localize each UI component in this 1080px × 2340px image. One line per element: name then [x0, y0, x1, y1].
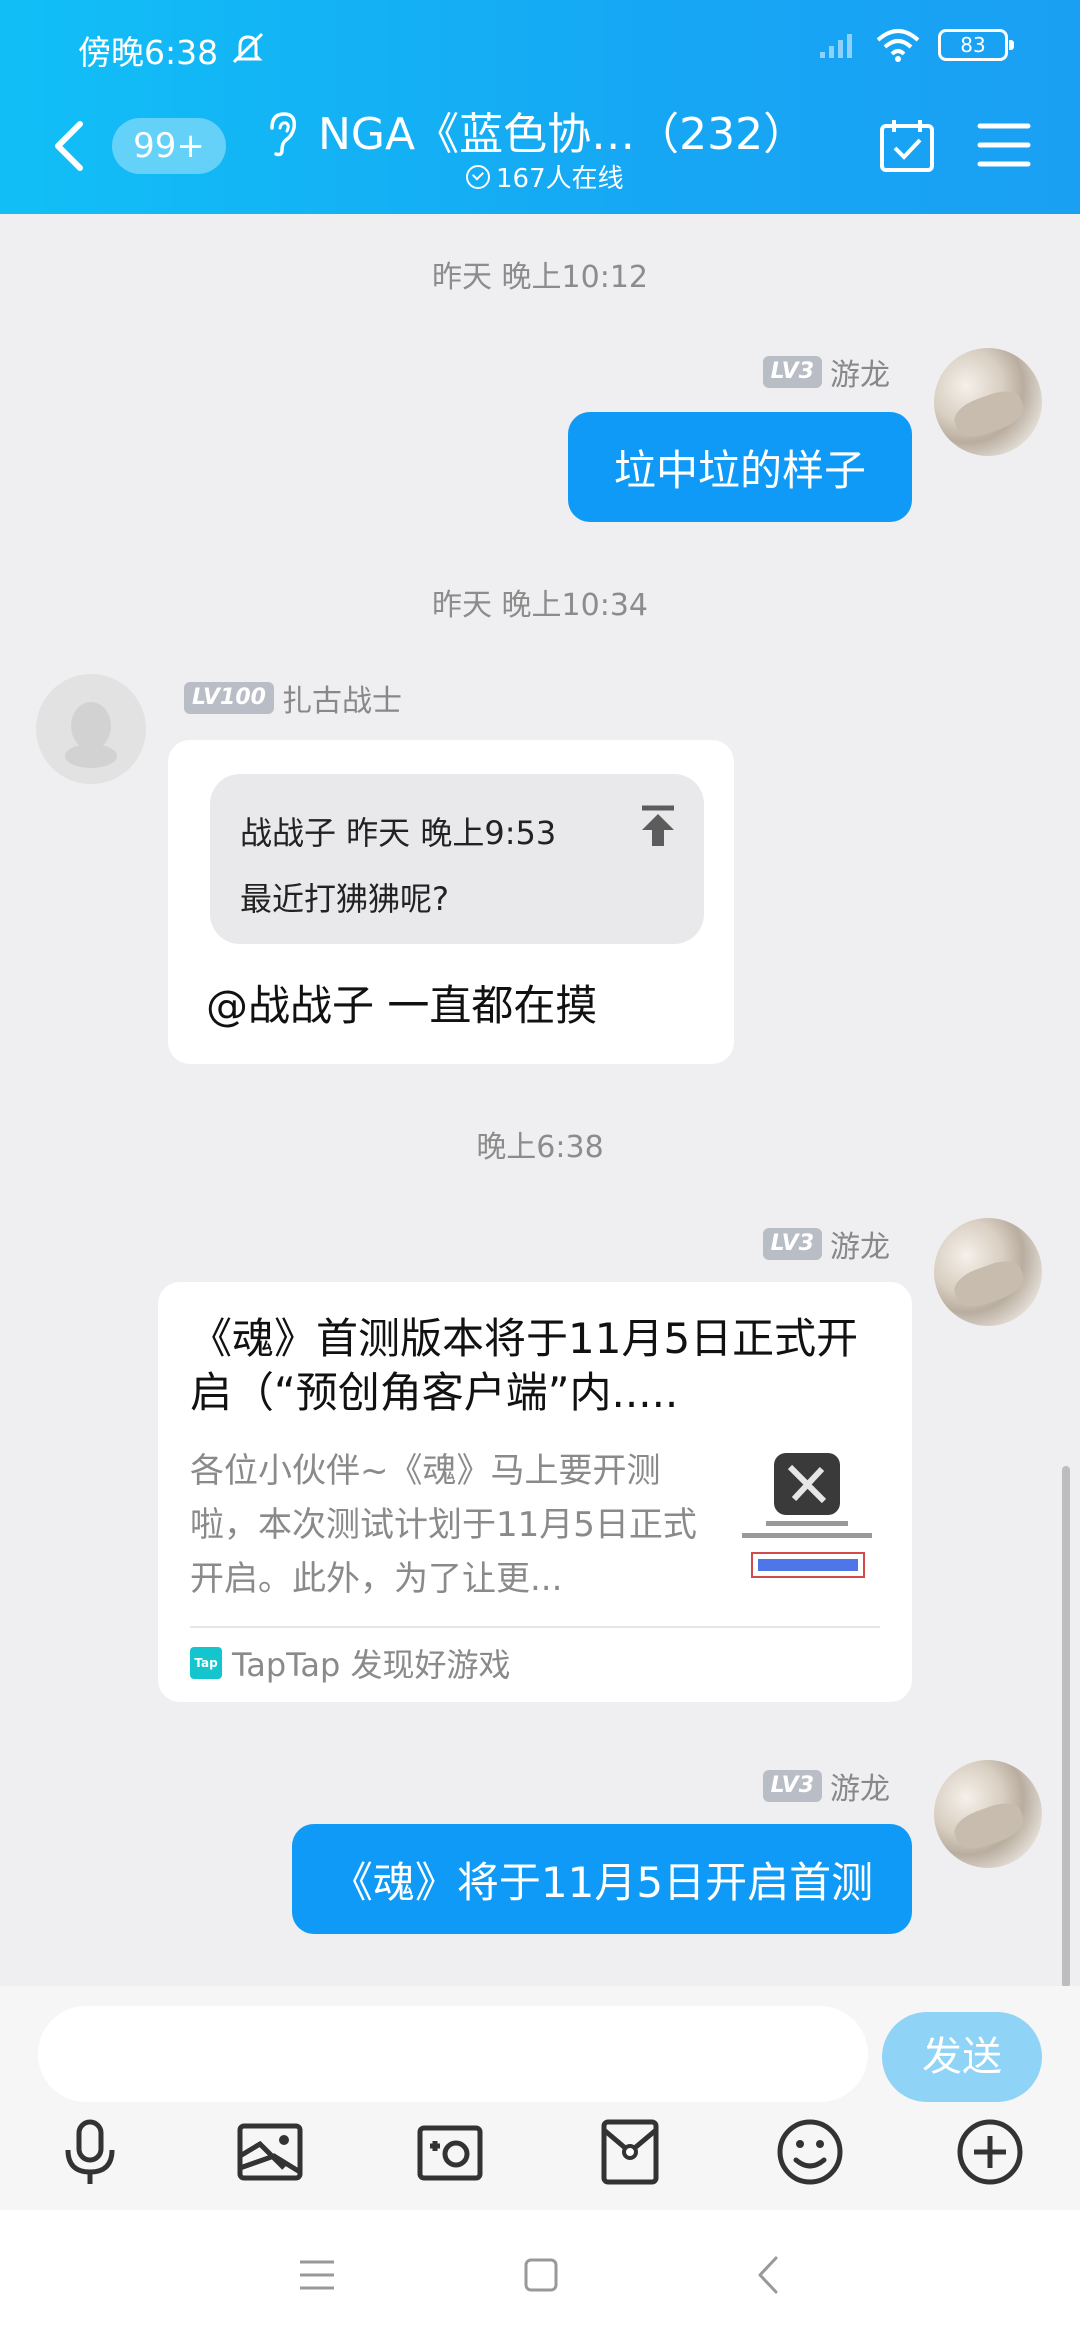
online-count-label: 167人在线	[496, 164, 624, 194]
link-card[interactable]: 《魂》首测版本将于11月5日正式开启（“预创角客户端”内..... 各位小伙伴~…	[158, 1282, 912, 1702]
quote-text: 最近打狒狒呢?	[240, 880, 449, 918]
unread-count-badge[interactable]: 99+	[112, 118, 226, 174]
online-count[interactable]: 167人在线	[466, 158, 624, 195]
message-timestamp: 晚上6:38	[476, 1130, 604, 1165]
taptap-logo-icon: Tap	[190, 1647, 222, 1679]
divider	[190, 1626, 880, 1628]
quote-header: 战战子 昨天 晚上9:53	[240, 814, 557, 852]
avatar[interactable]	[934, 1760, 1042, 1868]
calendar-check-button[interactable]	[878, 116, 936, 174]
menu-button[interactable]	[976, 120, 1032, 170]
level-badge: LV3	[762, 1770, 822, 1802]
card-source: Tap TapTap 发现好游戏	[190, 1640, 511, 1686]
message-text: @战战子 一直都在摸	[206, 981, 598, 1030]
source-label: TapTap 发现好游戏	[232, 1646, 511, 1684]
avatar[interactable]	[934, 1218, 1042, 1326]
jump-to-top-icon[interactable]	[638, 804, 678, 848]
default-penguin-icon	[65, 702, 117, 768]
level-badge: LV3	[762, 1228, 822, 1260]
ear-icon[interactable]	[262, 110, 302, 158]
avatar[interactable]	[36, 674, 146, 784]
composer: 发送	[0, 1986, 1080, 2210]
wifi-icon	[876, 29, 920, 62]
quoted-message[interactable]: 战战子 昨天 晚上9:53 最近打狒狒呢?	[210, 774, 704, 944]
chat-title[interactable]: NGA《蓝色协…（232）	[318, 98, 807, 162]
camera-icon[interactable]	[414, 2116, 486, 2188]
mic-icon[interactable]	[54, 2116, 126, 2188]
message-input[interactable]	[38, 2006, 868, 2102]
sender-line: LV100 扎古战士	[184, 676, 402, 720]
sender-name: 游龙	[830, 358, 890, 393]
home-icon[interactable]	[518, 2252, 564, 2298]
image-icon[interactable]	[234, 2116, 306, 2188]
reply-message-bubble[interactable]: 战战子 昨天 晚上9:53 最近打狒狒呢? @战战子 一直都在摸	[168, 740, 734, 1064]
sender-line: LV3 游龙	[762, 1764, 890, 1808]
status-indicators: 83	[818, 28, 1014, 62]
mute-icon	[232, 32, 264, 64]
check-circle-icon	[466, 164, 490, 189]
message-timestamp: 昨天 晚上10:12	[432, 260, 648, 295]
sender-name: 游龙	[830, 1230, 890, 1265]
chat-header: 傍晚6:38 83 99+ NGA《蓝色协…（232） 167人在线	[0, 0, 1080, 214]
sender-line: LV3 游龙	[762, 350, 890, 394]
battery-indicator: 83	[938, 29, 1014, 61]
emoji-icon[interactable]	[774, 2116, 846, 2188]
red-packet-icon[interactable]	[594, 2116, 666, 2188]
scrollbar[interactable]	[1062, 1466, 1070, 1988]
send-button[interactable]: 发送	[882, 2012, 1042, 2102]
card-thumbnail-image	[738, 1447, 878, 1597]
status-time: 傍晚6:38	[78, 33, 219, 72]
avatar[interactable]	[934, 348, 1042, 456]
level-badge: LV3	[762, 356, 822, 388]
system-nav-bar	[0, 2210, 1080, 2340]
level-badge: LV100	[184, 682, 274, 714]
message-timestamp: 昨天 晚上10:34	[432, 588, 648, 623]
card-title: 《魂》首测版本将于11月5日正式开启（“预创角客户端”内.....	[190, 1314, 859, 1417]
card-description: 各位小伙伴~《魂》马上要开测啦，本次测试计划于11月5日正式开启。此外，为了让更…	[190, 1451, 697, 1599]
sender-name: 游龙	[830, 1772, 890, 1807]
sender-line: LV3 游龙	[762, 1222, 890, 1266]
message-bubble[interactable]: 《魂》将于11月5日开启首测	[292, 1824, 912, 1934]
sender-name: 扎古战士	[281, 684, 402, 719]
back-button[interactable]	[50, 118, 90, 174]
signal-icon	[820, 34, 852, 58]
back-nav-icon[interactable]	[746, 2252, 792, 2298]
recent-apps-icon[interactable]	[294, 2252, 340, 2298]
message-bubble[interactable]: 垃中垃的样子	[568, 412, 912, 522]
plus-icon[interactable]	[954, 2116, 1026, 2188]
